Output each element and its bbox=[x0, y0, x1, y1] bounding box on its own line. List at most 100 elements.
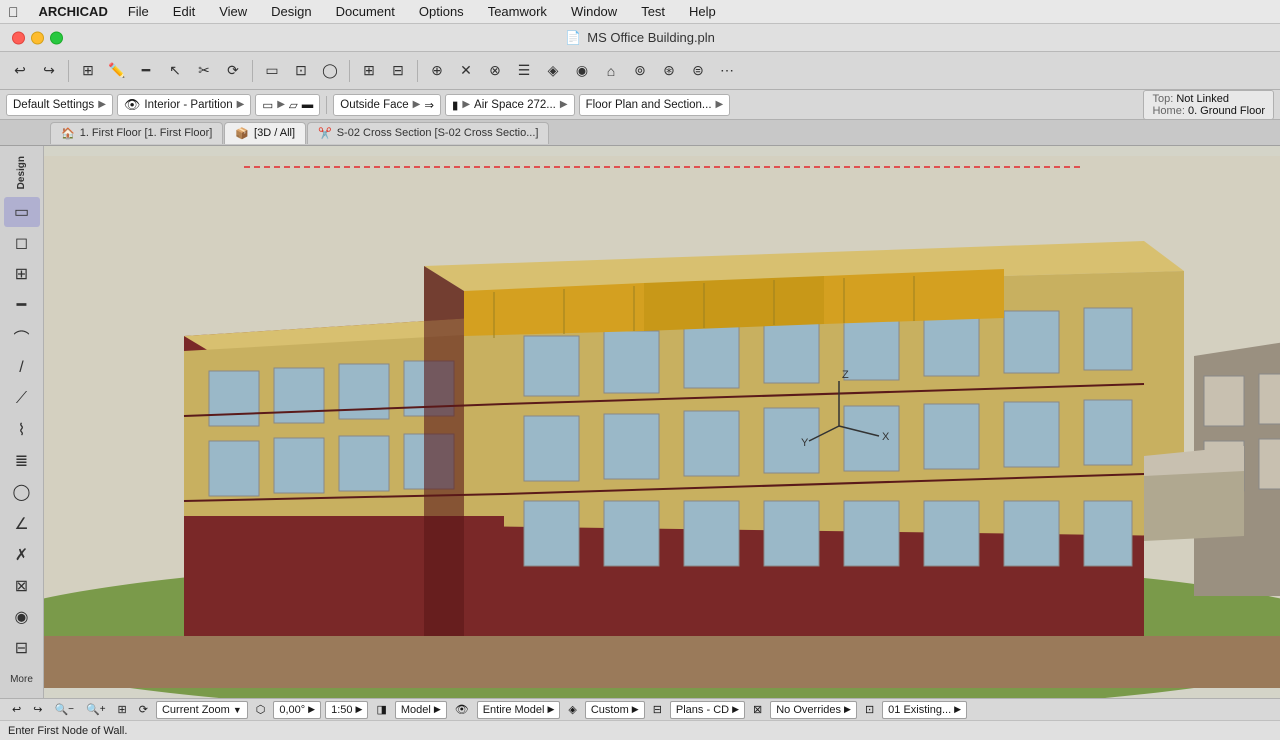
sidebar-line-tool[interactable]: / bbox=[4, 353, 40, 382]
sidebar-beam-tool[interactable]: ⊞ bbox=[4, 260, 40, 289]
status-bar: ↩ ↪ 🔍 − 🔍 + ⊞ ⟳ Current Zoom ▼ ⬡ 0,00° ▶… bbox=[0, 698, 1280, 720]
tool3-button[interactable]: ⊗ bbox=[481, 57, 509, 85]
layers-button[interactable]: ◨ bbox=[372, 701, 390, 719]
zoom-in-button[interactable]: 🔍 + bbox=[82, 701, 110, 719]
draw-button[interactable]: ✏️ bbox=[103, 57, 131, 85]
refresh-button[interactable]: ⟳ bbox=[135, 701, 152, 719]
sidebar-stair-tool[interactable]: ✗ bbox=[4, 540, 40, 569]
menu-test[interactable]: Test bbox=[637, 4, 669, 19]
status-message: Enter First Node of Wall. bbox=[8, 725, 127, 737]
wall-type-icon-btn[interactable]: 👁 Interior - Partition ▶ bbox=[117, 94, 251, 116]
air-space-dropdown[interactable]: ▮ ▶ Air Space 272... ▶ bbox=[445, 94, 575, 116]
filter-icon-btn[interactable]: ⊡ bbox=[861, 701, 878, 719]
sidebar-morph-tool[interactable]: ◉ bbox=[4, 603, 40, 632]
scale-dropdown[interactable]: 1:50 ▶ bbox=[325, 701, 368, 719]
zoom-dropdown[interactable]: Current Zoom ▼ bbox=[156, 701, 248, 719]
tab-first-floor[interactable]: 🏠 1. First Floor [1. First Floor] bbox=[50, 122, 223, 144]
home-info-row: Home: 0. Ground Floor bbox=[1152, 105, 1265, 117]
menu-view[interactable]: View bbox=[215, 4, 251, 19]
profile-arrow-icon: ▶ bbox=[277, 99, 285, 110]
sidebar-slab-tool[interactable]: ━ bbox=[4, 291, 40, 320]
model-dropdown[interactable]: Model ▶ bbox=[395, 701, 447, 719]
menu-options[interactable]: Options bbox=[415, 4, 468, 19]
floor-plan-dropdown[interactable]: Floor Plan and Section... ▶ bbox=[579, 94, 731, 116]
tool10-button[interactable]: ⊜ bbox=[684, 57, 712, 85]
default-settings-dropdown[interactable]: Default Settings ▶ bbox=[6, 94, 113, 116]
custom-icon-btn[interactable]: ◈ bbox=[564, 701, 580, 719]
custom-dropdown[interactable]: Custom ▶ bbox=[585, 701, 645, 719]
sidebar-wall-tool[interactable]: ▭ bbox=[4, 197, 40, 226]
pointer-button[interactable]: ↖ bbox=[161, 57, 189, 85]
tool7-button[interactable]: ⌂ bbox=[597, 57, 625, 85]
tool1-button[interactable]: ⊕ bbox=[423, 57, 451, 85]
circle-button[interactable]: ◯ bbox=[316, 57, 344, 85]
floor-plan-arrow-icon: ▶ bbox=[716, 99, 724, 110]
undo-button[interactable]: ↩ bbox=[6, 57, 34, 85]
sidebar-curtain-tool[interactable]: ≣ bbox=[4, 447, 40, 476]
menu-window[interactable]: Window bbox=[567, 4, 621, 19]
plans-dropdown[interactable]: Plans - CD ▶ bbox=[670, 701, 745, 719]
rotate-button[interactable]: ⟳ bbox=[219, 57, 247, 85]
sidebar-rail-tool[interactable]: ⊠ bbox=[4, 571, 40, 600]
sidebar-column-tool[interactable]: ◻ bbox=[4, 229, 40, 258]
tab-3d[interactable]: 📦 [3D / All] bbox=[224, 122, 306, 144]
tool6-button[interactable]: ◉ bbox=[568, 57, 596, 85]
tool8-button[interactable]: ⊚ bbox=[626, 57, 654, 85]
undo-status-button[interactable]: ↩ bbox=[8, 701, 25, 719]
sidebar-zone-tool[interactable]: ⌇ bbox=[4, 416, 40, 445]
menu-teamwork[interactable]: Teamwork bbox=[484, 4, 551, 19]
wall-profile-dropdown[interactable]: ▭ ▶ ▱ ▬ bbox=[255, 94, 320, 116]
tool11-button[interactable]: ⋯ bbox=[713, 57, 741, 85]
tool2-button[interactable]: ✕ bbox=[452, 57, 480, 85]
menu-design[interactable]: Design bbox=[267, 4, 315, 19]
sidebar-door-tool[interactable]: ◯ bbox=[4, 478, 40, 507]
override-icon-btn[interactable]: ⊟ bbox=[649, 701, 666, 719]
tools-group: ⊕ ✕ ⊗ ☰ ◈ ◉ ⌂ ⊚ ⊛ ⊜ ⋯ bbox=[423, 57, 741, 85]
snap-button[interactable]: ⊞ bbox=[74, 57, 102, 85]
wall-profile-icon: ▭ bbox=[262, 98, 273, 112]
app-name: ARCHICAD bbox=[39, 4, 108, 19]
no-overrides-dropdown[interactable]: No Overrides ▶ bbox=[770, 701, 857, 719]
sidebar-object-tool[interactable]: ⊟ bbox=[4, 634, 40, 663]
zoom-out-button[interactable]: 🔍 − bbox=[50, 701, 78, 719]
sidebar-roof-tool[interactable]: ⌒ bbox=[4, 322, 40, 351]
grid-button[interactable]: ⊞ bbox=[355, 57, 383, 85]
tab-cross-section[interactable]: ✂️ S-02 Cross Section [S-02 Cross Sectio… bbox=[307, 122, 549, 144]
sidebar-window-tool[interactable]: ∠ bbox=[4, 509, 40, 538]
menu-file[interactable]: File bbox=[124, 4, 153, 19]
menu-document[interactable]: Document bbox=[332, 4, 399, 19]
override2-icon-btn[interactable]: ⊠ bbox=[749, 701, 766, 719]
grid2-button[interactable]: ⊟ bbox=[384, 57, 412, 85]
line-button[interactable]: ━ bbox=[132, 57, 160, 85]
canvas-area[interactable]: Z X Y bbox=[44, 146, 1280, 698]
maximize-button[interactable] bbox=[50, 31, 63, 44]
rect2-button[interactable]: ⊡ bbox=[287, 57, 315, 85]
redo-status-button[interactable]: ↪ bbox=[29, 701, 46, 719]
menu-bar:  ARCHICAD File Edit View Design Documen… bbox=[0, 0, 1280, 24]
trim-button[interactable]: ✂ bbox=[190, 57, 218, 85]
profile3-icon: ▬ bbox=[302, 99, 314, 111]
tool9-button[interactable]: ⊛ bbox=[655, 57, 683, 85]
entire-model-dropdown[interactable]: Entire Model ▶ bbox=[477, 701, 561, 719]
tool5-button[interactable]: ◈ bbox=[539, 57, 567, 85]
angle-dropdown[interactable]: 0,00° ▶ bbox=[273, 701, 321, 719]
angle-icon-btn[interactable]: ⬡ bbox=[252, 701, 270, 719]
redo-button[interactable]: ↪ bbox=[35, 57, 63, 85]
fit-button[interactable]: ⊞ bbox=[114, 701, 131, 719]
zoom-out-icon: 🔍 bbox=[54, 703, 68, 716]
rect-button[interactable]: ▭ bbox=[258, 57, 286, 85]
menu-help[interactable]: Help bbox=[685, 4, 720, 19]
top-value: Not Linked bbox=[1176, 93, 1229, 105]
air-space-icon: ▮ bbox=[452, 98, 458, 112]
minimize-button[interactable] bbox=[31, 31, 44, 44]
outside-face-dropdown[interactable]: Outside Face ▶ ⇒ bbox=[333, 94, 441, 116]
eye-status-button[interactable]: 👁 bbox=[451, 701, 473, 719]
sidebar-fill-tool[interactable]: ⟋ bbox=[4, 384, 40, 413]
tool4-button[interactable]: ☰ bbox=[510, 57, 538, 85]
sidebar-more-tool[interactable]: More bbox=[4, 665, 40, 694]
tab-section-label: S-02 Cross Section [S-02 Cross Sectio...… bbox=[337, 127, 539, 139]
settings-arrow-icon: ▶ bbox=[98, 99, 106, 110]
existing-dropdown[interactable]: 01 Existing... ▶ bbox=[882, 701, 967, 719]
menu-edit[interactable]: Edit bbox=[169, 4, 199, 19]
close-button[interactable] bbox=[12, 31, 25, 44]
